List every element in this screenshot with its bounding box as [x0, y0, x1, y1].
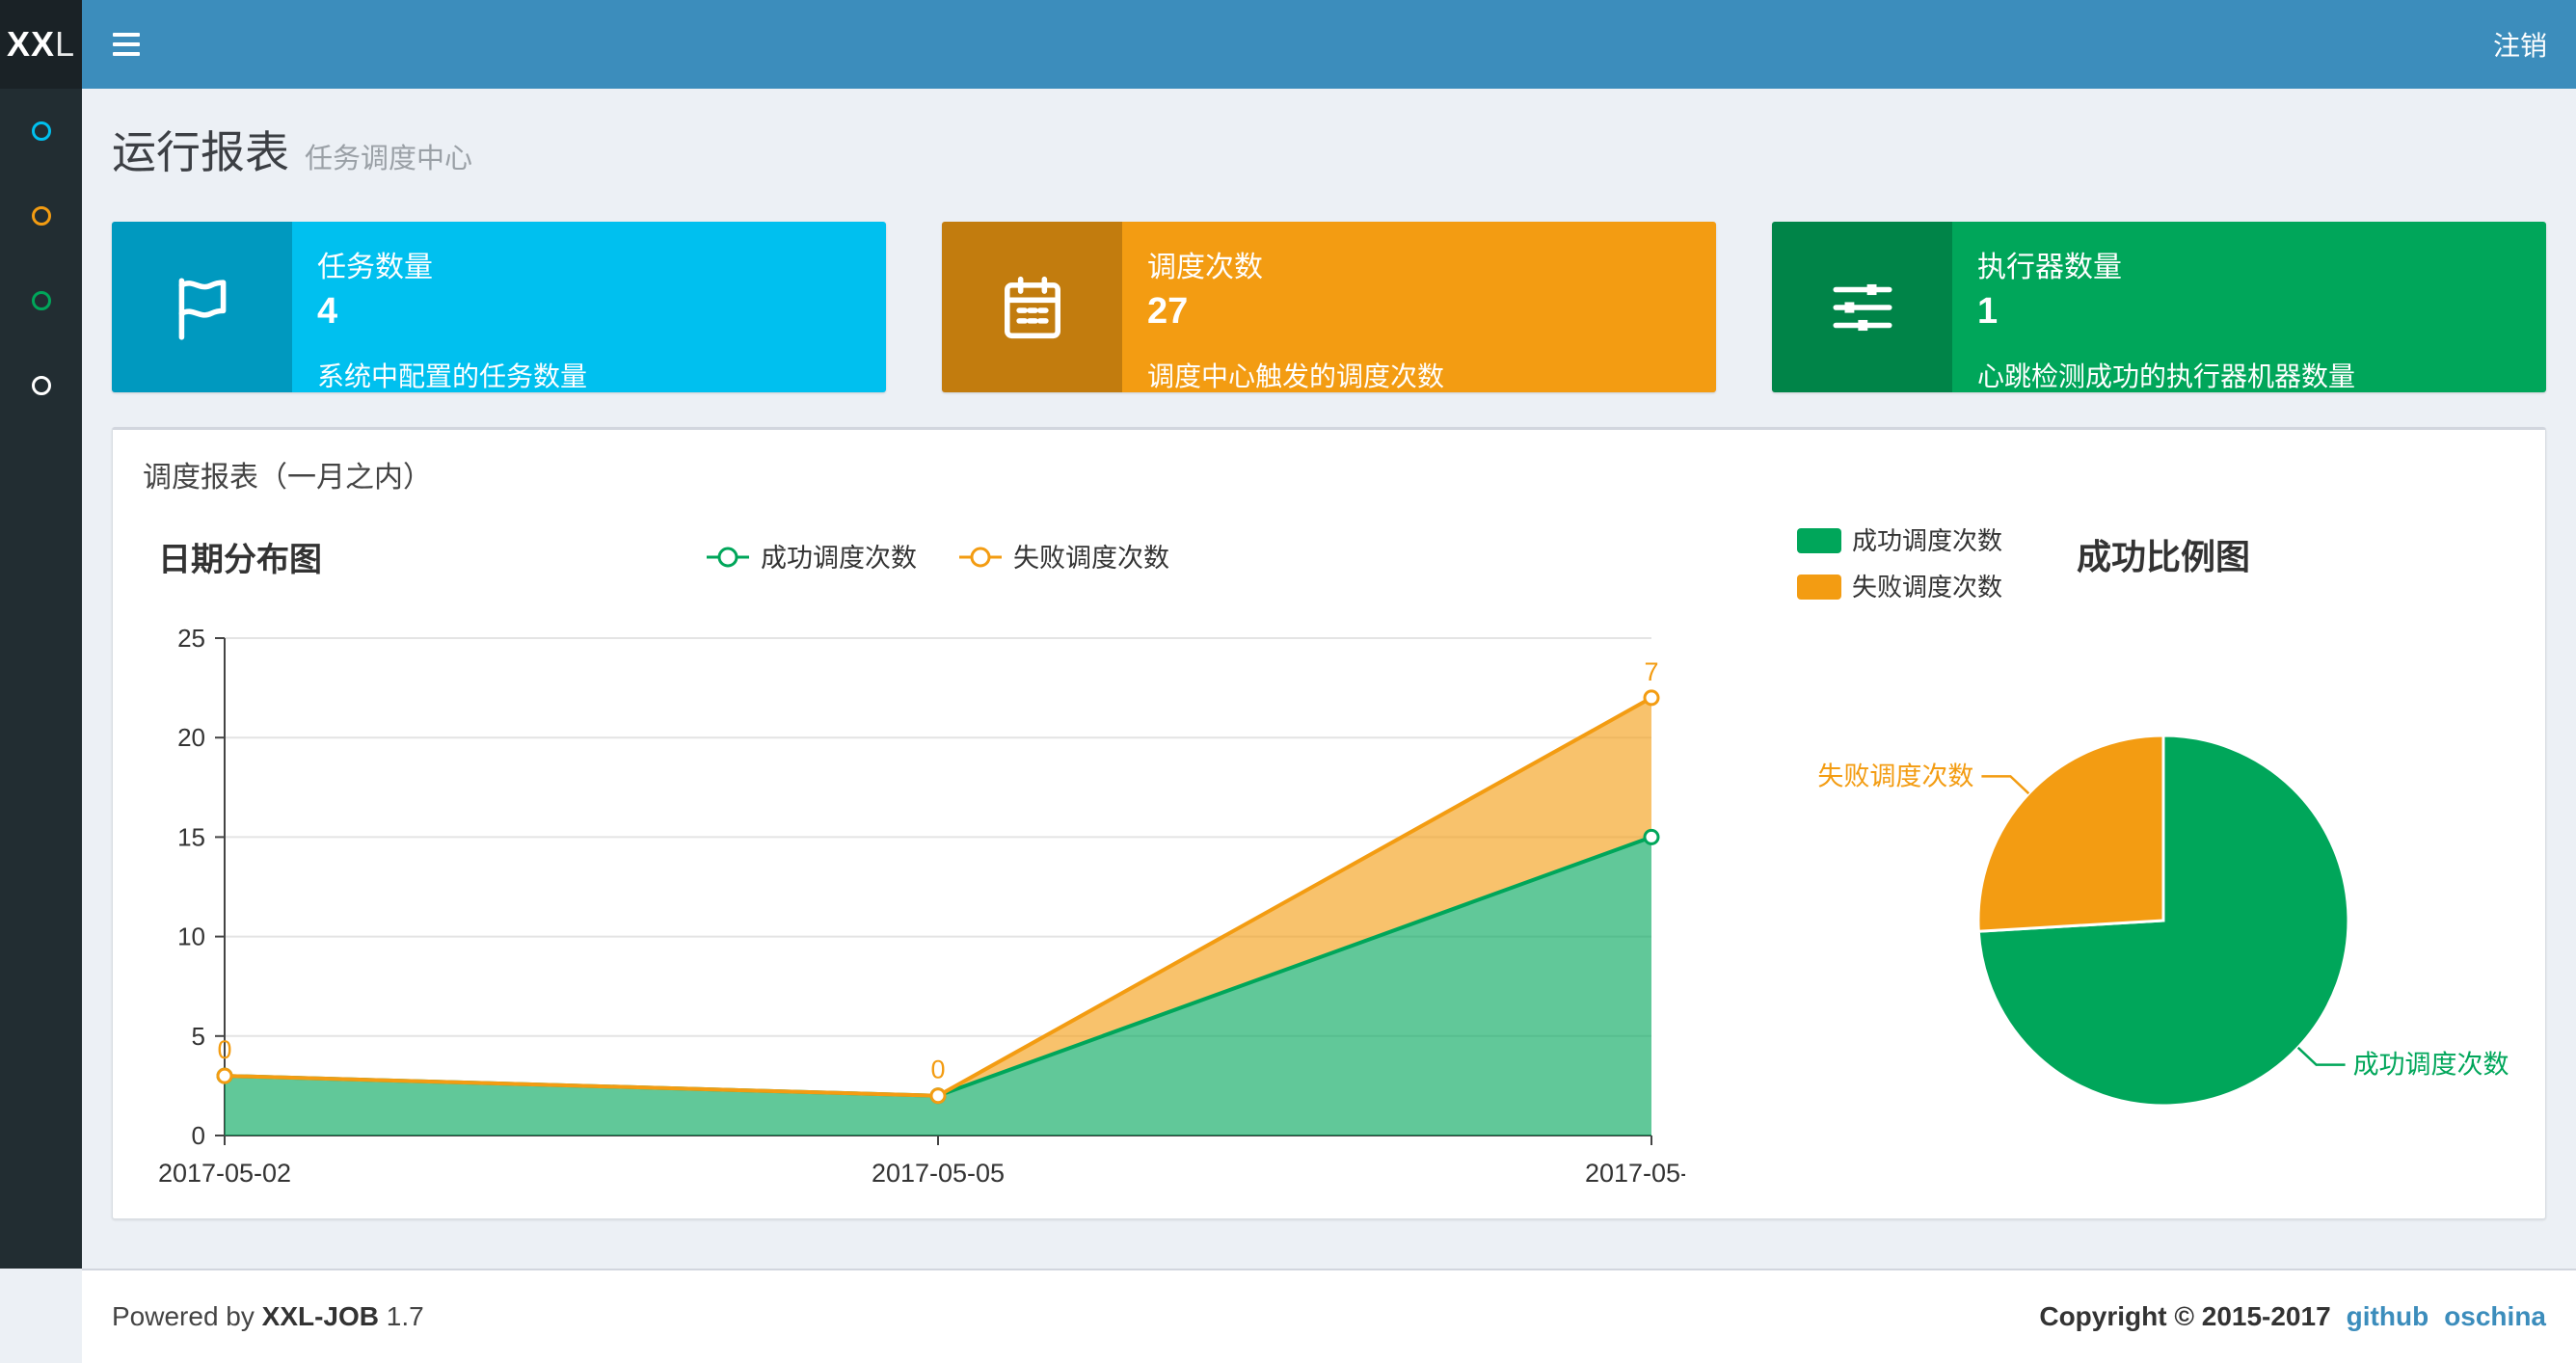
powered-by-text: Powered by XXL-JOB 1.7 [112, 1301, 424, 1331]
footer: Powered by XXL-JOB 1.7 Copyright © 2015-… [82, 1269, 2576, 1363]
svg-text:10: 10 [177, 922, 205, 951]
svg-text:0: 0 [217, 1035, 231, 1064]
date-distribution-chart: 日期分布图 成功调度次数 失败调度次数05101520252017-05-02 201… [158, 542, 1685, 1188]
chart-legend-item[interactable]: 失败调度次数 [959, 544, 1169, 573]
success-ratio-chart: 成功调度次数失败调度次数成功比例图成功调度次数失败调度次数 [1797, 526, 2509, 1108]
oschina-link[interactable]: oschina [2444, 1301, 2546, 1331]
app-logo: XX L [0, 0, 82, 89]
page-title: 运行报表 [112, 127, 289, 177]
circle-icon [31, 376, 51, 395]
svg-text:2017-05-08: 2017-05-08 [1585, 1159, 1685, 1188]
panel-body: 日期分布图 成功调度次数 失败调度次数 0 5 10 15 20 25 2017-05-02 201… [113, 501, 2545, 1218]
info-box-jobs: 任务数量 4 系统中配置的任务数量 [112, 222, 886, 392]
info-box-value: 27 [1147, 291, 1189, 332]
svg-text:20: 20 [177, 723, 205, 752]
top-navbar: XX L 注销 [0, 0, 2576, 89]
info-box-value: 4 [317, 291, 338, 332]
sidebar-item-report[interactable] [0, 89, 82, 174]
svg-text:成功比例图: 成功比例图 [2077, 537, 2250, 576]
circle-icon [31, 206, 51, 226]
calendar-icon [942, 222, 1122, 392]
pie-legend-item[interactable]: 失败调度次数 [1797, 573, 2002, 601]
content-header: 运行报表 任务调度中心 [82, 89, 2576, 181]
svg-text:成功调度次数: 成功调度次数 [2353, 1051, 2509, 1080]
page-subtitle: 任务调度中心 [305, 144, 473, 174]
svg-text:成功调度次数: 成功调度次数 [761, 544, 917, 573]
main-content: 运行报表 任务调度中心 任务数量 4 系统中配置的任务数量 调度次数 27 调度… [82, 89, 2576, 1219]
svg-text:15: 15 [177, 822, 205, 851]
sliders-icon [1772, 222, 1952, 392]
sidebar-toggle-button[interactable] [82, 0, 171, 89]
info-box-label: 调度次数 [1147, 252, 1263, 283]
svg-text:2017-05-02: 2017-05-02 [158, 1159, 291, 1188]
github-link[interactable]: github [2347, 1301, 2429, 1331]
svg-text:25: 25 [177, 624, 205, 653]
svg-text:0: 0 [930, 1056, 945, 1084]
svg-text:成功调度次数: 成功调度次数 [1852, 526, 2002, 555]
logout-link[interactable]: 注销 [2464, 0, 2576, 89]
circle-icon [31, 291, 51, 310]
info-box-label: 执行器数量 [1977, 252, 2122, 283]
sidebar-item-jobs[interactable] [0, 174, 82, 258]
svg-text:失败调度次数: 失败调度次数 [1013, 544, 1169, 573]
info-box-row: 任务数量 4 系统中配置的任务数量 调度次数 27 调度中心触发的调度次数 执行… [82, 222, 2576, 392]
info-box-desc: 调度中心触发的调度次数 [1147, 361, 1445, 391]
copyright-text: Copyright © 2015-2017 github oschina [2039, 1301, 2546, 1331]
svg-text:失败调度次数: 失败调度次数 [1852, 573, 2002, 601]
info-box-value: 1 [1977, 291, 1999, 332]
chart-legend-item[interactable]: 成功调度次数 [707, 544, 917, 573]
report-panel: 调度报表（一月之内） 日期分布图 成功调度次数 失败调度次数 0 5 10 15 20 25 20… [112, 427, 2546, 1219]
info-box-triggers: 调度次数 27 调度中心触发的调度次数 [942, 222, 1716, 392]
svg-text:5: 5 [192, 1022, 205, 1051]
svg-text:日期分布图: 日期分布图 [158, 542, 322, 578]
panel-title: 调度报表（一月之内） [143, 462, 432, 494]
sidebar [0, 89, 82, 1269]
svg-text:0: 0 [192, 1121, 205, 1150]
info-box-desc: 心跳检测成功的执行器机器数量 [1977, 361, 2356, 391]
svg-text:失败调度次数: 失败调度次数 [1817, 762, 1973, 790]
flag-icon [112, 222, 292, 392]
hamburger-icon [113, 33, 140, 37]
svg-text:7: 7 [1644, 657, 1658, 686]
info-box-executors: 执行器数量 1 心跳检测成功的执行器机器数量 [1772, 222, 2546, 392]
info-box-label: 任务数量 [317, 252, 433, 283]
pie-legend-item[interactable]: 成功调度次数 [1797, 526, 2002, 555]
sidebar-item-log[interactable] [0, 258, 82, 343]
app-logo-text: XX [6, 24, 55, 64]
sidebar-item-help[interactable] [0, 343, 82, 428]
circle-icon [31, 121, 51, 141]
info-box-desc: 系统中配置的任务数量 [317, 361, 588, 391]
svg-text:2017-05-05: 2017-05-05 [872, 1159, 1005, 1188]
